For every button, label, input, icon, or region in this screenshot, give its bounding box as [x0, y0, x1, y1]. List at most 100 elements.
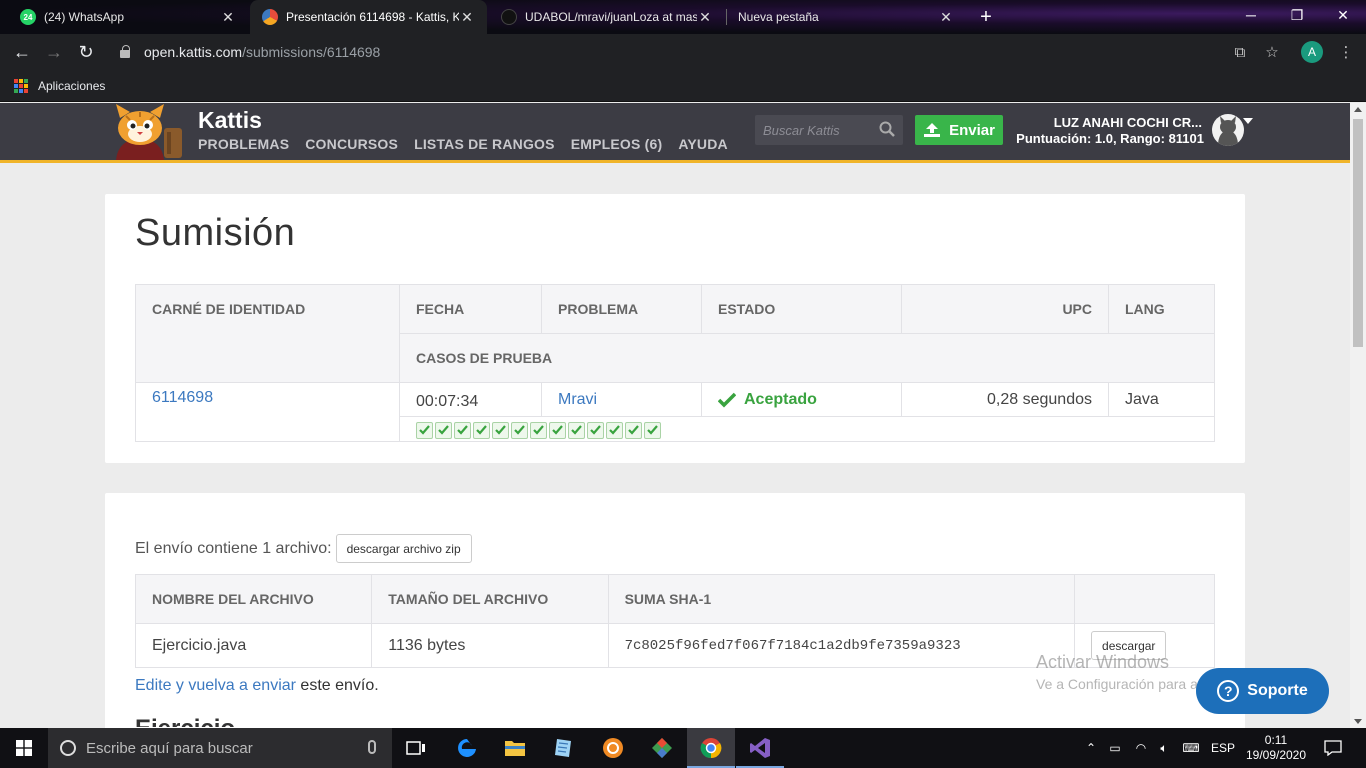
nav-help[interactable]: AYUDA: [678, 136, 728, 152]
reload-icon[interactable]: ↻: [74, 40, 98, 64]
settings-gear-app-icon[interactable]: [589, 728, 637, 768]
submission-table: CARNÉ DE IDENTIDAD FECHA PROBLEMA ESTADO…: [135, 284, 1215, 442]
page-scrollbar[interactable]: [1350, 103, 1366, 728]
test-case-passed-icon[interactable]: [492, 421, 509, 439]
col-id: CARNÉ DE IDENTIDAD: [135, 284, 400, 383]
scroll-up-icon[interactable]: [1354, 107, 1362, 112]
restore-button[interactable]: ❐: [1274, 0, 1320, 30]
user-score: Puntuación: 1.0, Rango: 81101: [1016, 131, 1204, 146]
status-text: Aceptado: [744, 390, 817, 408]
nav-problems[interactable]: PROBLEMAS: [198, 136, 289, 152]
search-icon[interactable]: [879, 121, 895, 137]
submission-id[interactable]: 6114698: [152, 389, 213, 406]
test-case-passed-icon[interactable]: [606, 421, 623, 439]
start-button[interactable]: [0, 728, 48, 768]
taskbar-search-input[interactable]: [86, 739, 356, 757]
test-case-passed-icon[interactable]: [625, 421, 642, 439]
edit-resubmit-link[interactable]: Edite y vuelva a enviar: [135, 677, 296, 694]
close-tab-icon[interactable]: ✕: [938, 9, 954, 26]
status-cell: Aceptado: [701, 382, 902, 417]
col-download: [1074, 574, 1215, 624]
nav-jobs[interactable]: EMPLEOS (6): [571, 136, 663, 152]
notifications-icon[interactable]: [1318, 728, 1348, 768]
download-zip-button[interactable]: descargar archivo zip: [335, 534, 472, 563]
bookmark-star-icon[interactable]: ☆: [1262, 42, 1282, 62]
volume-icon[interactable]: 🔈︎: [1154, 728, 1174, 768]
forward-arrow-icon[interactable]: →: [42, 40, 66, 64]
profile-avatar[interactable]: A: [1301, 41, 1323, 63]
nav-contests[interactable]: CONCURSOS: [305, 136, 398, 152]
translate-icon[interactable]: ⧉: [1230, 42, 1250, 62]
table-row: 6114698 00:07:34 Mravi Aceptado 0,28 seg…: [135, 382, 1215, 442]
close-window-button[interactable]: ✕: [1320, 0, 1366, 30]
user-name[interactable]: LUZ ANAHI COCHI CR...: [1020, 115, 1202, 130]
col-file-name: NOMBRE DEL ARCHIVO: [134, 574, 373, 624]
test-case-passed-icon[interactable]: [644, 421, 661, 439]
test-case-passed-icon[interactable]: [435, 421, 452, 439]
test-case-passed-icon[interactable]: [473, 421, 490, 439]
tab-new[interactable]: Nueva pestaña ✕: [726, 0, 966, 34]
language-indicator[interactable]: ESP: [1208, 728, 1238, 768]
test-cases-list: [416, 421, 1198, 439]
scrollbar-thumb[interactable]: [1353, 119, 1363, 347]
apps-shortcut[interactable]: Aplicaciones: [14, 79, 105, 93]
taskbar-clock[interactable]: 0:11 19/09/2020: [1244, 733, 1308, 763]
tab-github[interactable]: UDABOL/mravi/juanLoza at mast ✕: [489, 0, 725, 34]
col-test-cases: CASOS DE PRUEBA: [399, 333, 1215, 383]
task-view-icon[interactable]: [392, 728, 440, 768]
test-case-passed-icon[interactable]: [530, 421, 547, 439]
back-arrow-icon[interactable]: ←: [10, 40, 34, 64]
taskbar-search: [48, 728, 392, 768]
scroll-down-icon[interactable]: [1354, 719, 1362, 724]
support-button[interactable]: ? Soporte: [1196, 668, 1329, 714]
file-explorer-icon[interactable]: [491, 728, 539, 768]
tab-kattis[interactable]: Presentación 6114698 - Kattis, Ka ✕: [250, 0, 487, 34]
tab-title: Presentación 6114698 - Kattis, Ka: [286, 10, 459, 24]
test-case-passed-icon[interactable]: [454, 421, 471, 439]
user-menu-caret-icon[interactable]: [1243, 118, 1253, 124]
brand-name[interactable]: Kattis: [198, 107, 262, 134]
keyboard-icon[interactable]: ⌨: [1178, 728, 1204, 768]
problem-link[interactable]: Mravi: [558, 391, 597, 408]
wifi-icon[interactable]: ◠: [1130, 728, 1152, 768]
test-case-passed-icon[interactable]: [511, 421, 528, 439]
kattis-logo-cat-icon[interactable]: [106, 104, 188, 160]
table-header-row: NOMBRE DEL ARCHIVO TAMAÑO DEL ARCHIVO SU…: [134, 574, 1215, 624]
site-search: [755, 115, 903, 145]
tray-chevron-icon[interactable]: ⌃: [1082, 728, 1100, 768]
col-problem: PROBLEMA: [541, 284, 702, 334]
edge-browser-icon[interactable]: [443, 728, 491, 768]
test-case-passed-icon[interactable]: [587, 421, 604, 439]
tab-whatsapp[interactable]: 24 (24) WhatsApp ✕: [8, 0, 248, 34]
close-tab-icon[interactable]: ✕: [459, 9, 475, 26]
nav-ranklists[interactable]: LISTAS DE RANGOS: [414, 136, 555, 152]
submit-button[interactable]: Enviar: [915, 115, 1003, 145]
lock-icon: [120, 45, 130, 58]
support-label: Soporte: [1247, 682, 1308, 699]
new-tab-button[interactable]: +: [974, 5, 998, 29]
minimize-button[interactable]: ─: [1228, 0, 1274, 30]
apps-grid-icon: [14, 79, 28, 93]
test-case-passed-icon[interactable]: [549, 421, 566, 439]
search-input[interactable]: [763, 122, 873, 138]
submission-card: Sumisión CARNÉ DE IDENTIDAD FECHA PROBLE…: [105, 194, 1245, 463]
git-app-icon[interactable]: [638, 728, 686, 768]
battery-icon[interactable]: ▭: [1104, 728, 1126, 768]
submission-id-link[interactable]: 6114698: [135, 382, 400, 442]
help-question-icon: ?: [1217, 680, 1240, 702]
close-tab-icon[interactable]: ✕: [220, 9, 236, 26]
table-header-row: CARNÉ DE IDENTIDAD FECHA PROBLEMA ESTADO…: [135, 284, 1215, 383]
visual-studio-icon[interactable]: [736, 728, 784, 768]
address-bar[interactable]: open.kattis.com/submissions/6114698: [108, 38, 1296, 66]
test-case-passed-icon[interactable]: [568, 421, 585, 439]
chrome-browser-icon[interactable]: [687, 728, 735, 768]
file-name: Ejercicio.java: [134, 623, 373, 668]
menu-kebab-icon[interactable]: ⋮: [1336, 42, 1356, 62]
browser-toolbar: ← → ↻ open.kattis.com/submissions/611469…: [0, 34, 1366, 70]
notepad-app-icon[interactable]: [539, 728, 587, 768]
submit-label: Enviar: [949, 121, 995, 139]
close-tab-icon[interactable]: ✕: [697, 9, 713, 26]
test-case-passed-icon[interactable]: [416, 421, 433, 439]
microphone-icon[interactable]: [368, 740, 376, 754]
user-avatar[interactable]: [1212, 114, 1244, 146]
